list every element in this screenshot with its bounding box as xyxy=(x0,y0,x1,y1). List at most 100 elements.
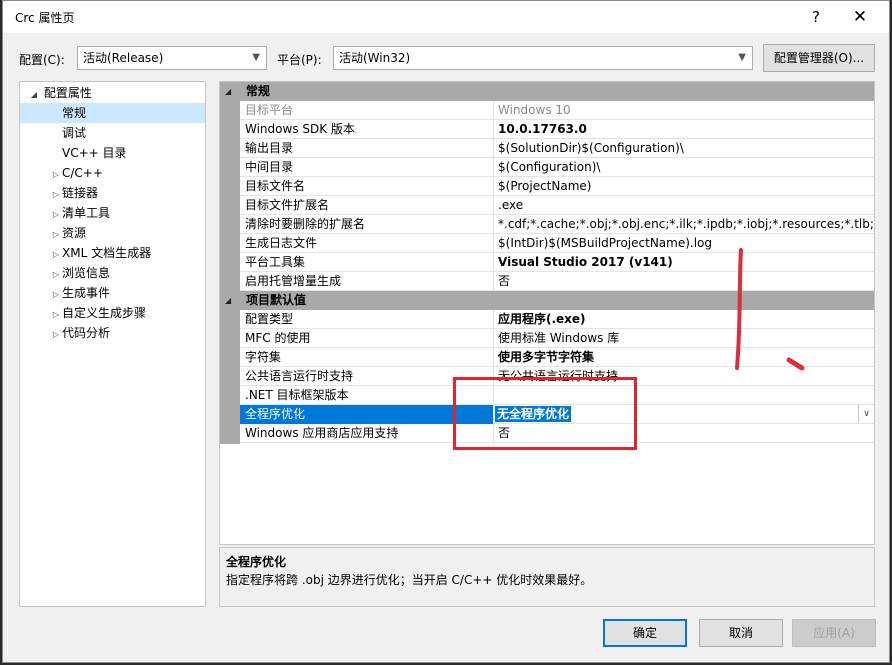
tree-item-label: 资源 xyxy=(62,226,87,240)
property-row[interactable]: 平台工具集 Visual Studio 2017 (v141) xyxy=(240,253,874,272)
tree-item-label: 自定义生成步骤 xyxy=(62,306,147,320)
chevron-down-icon: ▼ xyxy=(252,52,260,63)
property-row[interactable]: 公共语言运行时支持 无公共语言运行时支持 xyxy=(240,367,874,386)
property-value[interactable]: 使用多字节字符集 xyxy=(495,348,874,367)
property-value[interactable]: $(SolutionDir)$(Configuration)\ xyxy=(495,139,874,158)
tree-item[interactable]: 调试 xyxy=(20,123,205,143)
property-name: 目标平台 xyxy=(240,101,494,120)
property-name: 启用托管增量生成 xyxy=(240,272,494,291)
property-name: 生成日志文件 xyxy=(240,234,494,253)
property-row[interactable]: .NET 目标框架版本 xyxy=(240,386,874,405)
property-value[interactable]: Windows 10 xyxy=(495,101,874,120)
property-name: 字符集 xyxy=(240,348,494,367)
property-row[interactable]: 字符集 使用多字节字符集 xyxy=(240,348,874,367)
chevron-down-icon[interactable]: ∨ xyxy=(858,405,874,423)
platform-label: 平台(P): xyxy=(277,53,322,67)
property-value[interactable]: $(IntDir)$(MSBuildProjectName).log xyxy=(495,234,874,253)
property-row[interactable]: 目标平台 Windows 10 xyxy=(240,101,874,120)
expand-triangle-icon[interactable]: ▷ xyxy=(50,165,62,185)
description-title: 全程序优化 xyxy=(226,555,287,569)
property-row[interactable]: Windows SDK 版本 10.0.17763.0 xyxy=(240,120,874,139)
property-value[interactable]: 10.0.17763.0 xyxy=(495,120,874,139)
tree-item[interactable]: 常规 xyxy=(20,103,205,123)
platform-combo[interactable]: 活动(Win32) ▼ xyxy=(333,46,753,70)
property-row[interactable]: 清除时要删除的扩展名 *.cdf;*.cache;*.obj;*.obj.enc;… xyxy=(240,215,874,234)
property-name: .NET 目标框架版本 xyxy=(240,386,494,405)
property-row[interactable]: Windows 应用商店应用支持否 xyxy=(240,424,874,443)
apply-button[interactable]: 应用(A) xyxy=(792,619,876,647)
tree-item-label: 浏览信息 xyxy=(62,266,111,280)
tree-item[interactable]: ▷ 生成事件 xyxy=(20,283,205,303)
cancel-button[interactable]: 取消 xyxy=(699,619,783,647)
property-row[interactable]: 全程序优化 无全程序优化 ∨ xyxy=(240,405,874,424)
configuration-manager-button[interactable]: 配置管理器(O)... xyxy=(763,44,875,72)
tree-item-label: 链接器 xyxy=(62,186,99,200)
expand-triangle-icon[interactable]: ▷ xyxy=(50,245,62,265)
property-name: 清除时要删除的扩展名 xyxy=(240,215,494,234)
property-value[interactable]: 使用标准 Windows 库 xyxy=(495,329,874,348)
property-value[interactable]: 否 xyxy=(495,272,874,291)
property-name: 输出目录 xyxy=(240,139,494,158)
property-value[interactable]: 无公共语言运行时支持 xyxy=(495,367,874,386)
grid-gutter xyxy=(220,82,240,444)
property-name: Windows 应用商店应用支持 xyxy=(240,424,494,443)
collapse-triangle-icon[interactable]: ◢ xyxy=(225,291,231,310)
property-value[interactable]: .exe xyxy=(495,196,874,215)
tree-root[interactable]: ◢ 配置属性 xyxy=(20,83,205,103)
property-row[interactable]: 中间目录 $(Configuration)\ xyxy=(240,158,874,177)
tree-item[interactable]: ▷ 链接器 xyxy=(20,183,205,203)
tree-item-label: 生成事件 xyxy=(62,286,111,300)
tree-root-label: 配置属性 xyxy=(43,86,92,100)
property-value[interactable]: 无全程序优化 xyxy=(495,405,874,424)
expand-triangle-icon[interactable]: ▷ xyxy=(50,205,62,225)
expand-triangle-icon[interactable]: ▷ xyxy=(50,285,62,305)
tree-item[interactable]: ▷ 浏览信息 xyxy=(20,263,205,283)
property-value[interactable]: $(Configuration)\ xyxy=(495,158,874,177)
config-combo-value: 活动(Release) xyxy=(83,51,164,65)
tree-item[interactable]: ▷ 清单工具 xyxy=(20,203,205,223)
property-grid: ◢ 常规 目标平台 Windows 10 Windows SDK 版本 10.0.1776… xyxy=(219,81,875,545)
property-value-text[interactable]: 无全程序优化 xyxy=(495,406,572,422)
property-value[interactable]: *.cdf;*.cache;*.obj;*.obj.enc;*.ilk;*.ip… xyxy=(495,215,874,234)
tree-item[interactable]: ▷ C/C++ xyxy=(20,163,205,183)
help-button[interactable]: ? xyxy=(799,5,833,29)
config-combo[interactable]: 活动(Release) ▼ xyxy=(77,46,267,70)
expand-triangle-icon[interactable]: ▷ xyxy=(50,185,62,205)
tree-item[interactable]: ▷ 代码分析 xyxy=(20,323,205,343)
property-name: MFC 的使用 xyxy=(240,329,494,348)
tree-item[interactable]: ▷ 自定义生成步骤 xyxy=(20,303,205,323)
property-row[interactable]: 生成日志文件 $(IntDir)$(MSBuildProjectName).log xyxy=(240,234,874,253)
property-value[interactable]: 否 xyxy=(495,424,874,443)
property-name: Windows SDK 版本 xyxy=(240,120,494,139)
close-button[interactable]: ✕ xyxy=(843,5,877,29)
property-row[interactable]: MFC 的使用 使用标准 Windows 库 xyxy=(240,329,874,348)
collapse-triangle-icon[interactable]: ◢ xyxy=(225,82,231,101)
grid-category[interactable]: ◢ 项目默认值 xyxy=(220,291,874,310)
property-row[interactable]: 目标文件名 $(ProjectName) xyxy=(240,177,874,196)
property-row[interactable]: 启用托管增量生成否 xyxy=(240,272,874,291)
tree-item-label: 常规 xyxy=(62,106,87,120)
tree-item[interactable]: VC++ 目录 xyxy=(20,143,205,163)
expand-triangle-icon[interactable]: ▷ xyxy=(50,325,62,345)
expand-triangle-icon[interactable]: ▷ xyxy=(50,225,62,245)
property-row[interactable]: 输出目录 $(SolutionDir)$(Configuration)\ xyxy=(240,139,874,158)
property-tree: ◢ 配置属性 常规 调试 VC++ 目录 ▷ C/C++ ▷ 链接器 ▷ 清单工具 ▷ 资源 ▷ XML… xyxy=(19,81,206,607)
collapse-triangle-icon[interactable]: ◢ xyxy=(28,85,40,105)
tree-item-label: 调试 xyxy=(62,126,87,140)
tree-item[interactable]: ▷ XML 文档生成器 xyxy=(20,243,205,263)
property-value[interactable] xyxy=(495,386,874,405)
expand-triangle-icon[interactable]: ▷ xyxy=(50,305,62,325)
property-value[interactable]: 应用程序(.exe) xyxy=(495,310,874,329)
property-name: 配置类型 xyxy=(240,310,494,329)
property-name: 平台工具集 xyxy=(240,253,494,272)
property-row[interactable]: 目标文件扩展名 .exe xyxy=(240,196,874,215)
property-row[interactable]: 配置类型 应用程序(.exe) xyxy=(240,310,874,329)
property-name: 全程序优化 xyxy=(240,405,494,424)
property-value[interactable]: $(ProjectName) xyxy=(495,177,874,196)
grid-category[interactable]: ◢ 常规 xyxy=(220,82,874,101)
description-panel: 全程序优化 指定程序将跨 .obj 边界进行优化；当开启 C/C++ 优化时效果… xyxy=(219,547,875,607)
ok-button[interactable]: 确定 xyxy=(603,619,687,647)
tree-item[interactable]: ▷ 资源 xyxy=(20,223,205,243)
property-value[interactable]: Visual Studio 2017 (v141) xyxy=(495,253,874,272)
expand-triangle-icon[interactable]: ▷ xyxy=(50,265,62,285)
